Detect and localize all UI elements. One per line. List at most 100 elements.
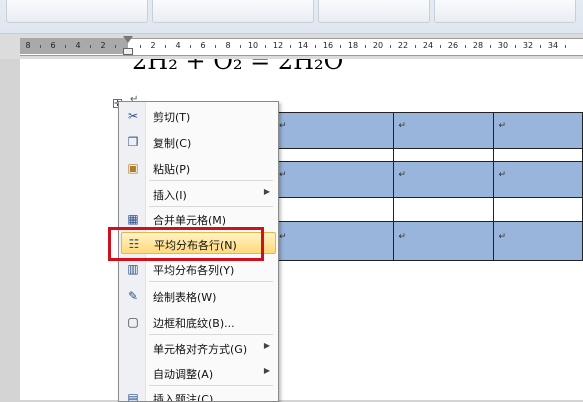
submenu-arrow-icon: ▶	[263, 341, 270, 350]
menu-item-label: 插入(I)	[153, 189, 187, 202]
ruler-tick-label: 28	[472, 41, 484, 50]
ribbon-group	[318, 0, 430, 23]
ruler-tick-label: 10	[247, 41, 259, 50]
ruler-minor-tick	[315, 45, 316, 48]
menu-separator	[149, 281, 273, 282]
table-cell[interactable]: ↵	[393, 221, 495, 261]
ruler-tick-label: 20	[372, 41, 384, 50]
ruler-tick-label: 2	[150, 41, 156, 50]
ribbon-group	[434, 0, 576, 23]
table-cell[interactable]	[273, 148, 395, 162]
ruler-minor-tick	[340, 45, 341, 48]
red-highlight-box	[108, 227, 264, 261]
ruler-minor-tick	[115, 45, 116, 48]
menu-item-draw-table[interactable]: ✎ 绘制表格(W)	[121, 285, 276, 307]
menu-separator	[149, 334, 273, 335]
table-cell[interactable]: ↵	[493, 112, 583, 149]
scissors-icon: ✂	[127, 109, 139, 123]
menu-item-paste[interactable]: ▣ 粘贴(P)	[121, 157, 276, 179]
ruler-minor-tick	[490, 45, 491, 48]
ruler-minor-tick	[90, 45, 91, 48]
ruler-tick-label: 6	[50, 41, 56, 50]
insert-caption-icon: ▤	[127, 391, 139, 402]
submenu-arrow-icon: ▶	[263, 366, 270, 375]
menu-separator	[149, 206, 273, 207]
menu-item-label: 边框和底纹(B)...	[153, 317, 235, 330]
menu-item-label: 平均分布各列(Y)	[153, 264, 235, 277]
menu-item-label: 自动调整(A)	[153, 368, 214, 381]
menu-item-autofit[interactable]: 自动调整(A) ▶	[121, 362, 276, 384]
ruler-tick-label: 8	[225, 41, 231, 50]
ruler-minor-tick	[390, 45, 391, 48]
menu-item-label: 插入题注(C)...	[153, 393, 224, 402]
ribbon	[0, 0, 583, 34]
ruler-tick-label: 32	[522, 41, 534, 50]
ruler-minor-tick	[215, 45, 216, 48]
ruler-minor-tick	[140, 45, 141, 48]
ruler-minor-tick	[190, 45, 191, 48]
cell-mark: ↵	[398, 231, 406, 242]
ruler-tick-label: 4	[175, 41, 181, 50]
table-cell[interactable]	[493, 197, 583, 222]
ruler-minor-tick	[65, 45, 66, 48]
menu-item-distribute-columns[interactable]: ▥ 平均分布各列(Y)	[121, 258, 276, 280]
cell-mark: ↵	[398, 170, 406, 180]
cell-mark: ↵	[498, 231, 507, 242]
menu-separator	[149, 180, 273, 181]
distribute-columns-icon: ▥	[127, 262, 139, 276]
cell-mark: ↵	[278, 121, 287, 131]
paste-icon: ▣	[127, 161, 139, 175]
ribbon-group	[152, 0, 314, 23]
ruler-tick-label: 8	[25, 41, 31, 50]
table-cell[interactable]: ↵	[273, 161, 395, 198]
ruler-tick-label: 16	[322, 41, 334, 50]
table-cell[interactable]	[393, 197, 495, 222]
menu-item-label: 单元格对齐方式(G)	[153, 343, 248, 356]
ruler-tick-label: 24	[422, 41, 434, 50]
table-cell[interactable]	[273, 197, 395, 222]
cell-mark: ↵	[498, 170, 507, 180]
ruler-tick-label: 22	[397, 41, 409, 50]
menu-item-borders-shading[interactable]: ▢ 边框和底纹(B)...	[121, 311, 276, 333]
table-cell[interactable]: ↵	[393, 161, 495, 198]
menu-item-label: 绘制表格(W)	[153, 291, 217, 304]
first-line-indent-marker[interactable]	[123, 36, 133, 43]
cell-mark: ↵	[278, 231, 287, 242]
ruler-tick-label: 30	[497, 41, 509, 50]
ruler-tick-label: 6	[200, 41, 206, 50]
table-cell[interactable]: ↵	[273, 221, 395, 261]
ruler-margin	[20, 38, 128, 54]
menu-item-cell-alignment[interactable]: 单元格对齐方式(G) ▶	[121, 337, 276, 359]
table-cell[interactable]: ↵	[273, 112, 395, 149]
submenu-arrow-icon: ▶	[263, 187, 270, 196]
menu-item-label: 合并单元格(M)	[153, 214, 227, 227]
menu-separator	[149, 385, 273, 386]
ribbon-group	[6, 0, 148, 23]
menu-item-cut[interactable]: ✂ 剪切(T)	[121, 105, 276, 127]
table-cell[interactable]: ↵	[493, 161, 583, 198]
table-cell[interactable]	[493, 148, 583, 162]
ruler-minor-tick	[290, 45, 291, 48]
copy-icon: ❐	[127, 135, 139, 149]
ruler-tick-label: 2	[100, 41, 106, 50]
ruler-minor-tick	[40, 45, 41, 48]
ruler-minor-tick	[240, 45, 241, 48]
menu-item-insert[interactable]: 插入(I) ▶	[121, 183, 276, 205]
ruler-tick-label: 12	[272, 41, 284, 50]
formula-text: 2H₂ + O₂ = 2H₂O	[132, 59, 344, 73]
ruler-minor-tick	[540, 45, 541, 48]
table-cell[interactable]: ↵	[493, 221, 583, 261]
table-cell[interactable]: ↵	[393, 112, 495, 149]
ruler-tick-label: 26	[447, 41, 459, 50]
ruler-minor-tick	[365, 45, 366, 48]
ruler-tick-label: 34	[547, 41, 559, 50]
cell-mark: ↵	[498, 121, 507, 131]
ruler-tick-label: 14	[297, 41, 309, 50]
menu-item-copy[interactable]: ❐ 复制(C)	[121, 131, 276, 153]
menu-item-label: 复制(C)	[153, 137, 192, 150]
left-indent-marker[interactable]	[123, 48, 133, 55]
draw-table-icon: ✎	[127, 289, 139, 303]
ruler-minor-tick	[265, 45, 266, 48]
ruler-minor-tick	[465, 45, 466, 48]
table-cell[interactable]	[393, 148, 495, 162]
